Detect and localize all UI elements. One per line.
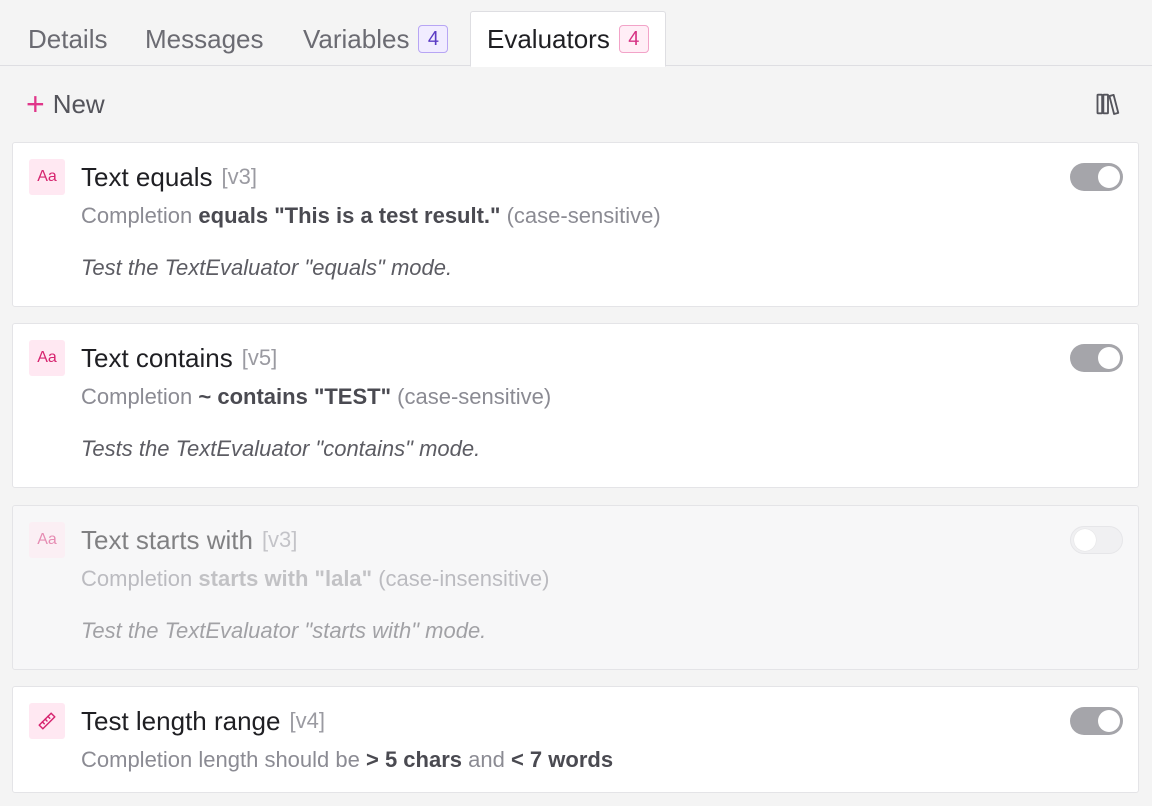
evaluator-title: Text contains — [81, 342, 233, 373]
evaluator-version: [v4] — [289, 708, 325, 733]
tab-variables[interactable]: Variables 4 — [303, 12, 449, 66]
plus-icon: + — [26, 86, 45, 122]
evaluator-description: Test the TextEvaluator "equals" mode. — [81, 255, 453, 280]
evaluator-card[interactable]: Aa Text equals [v3] Completion equals "T… — [12, 142, 1139, 307]
tab-evaluators-label: Evaluators — [487, 23, 610, 54]
evaluator-title: Test length range — [81, 705, 281, 736]
evaluator-card[interactable]: Test length range [v4] Completion length… — [12, 686, 1139, 793]
evaluator-description: Tests the TextEvaluator "contains" mode. — [81, 436, 481, 461]
ruler-icon — [29, 703, 65, 739]
evaluator-enable-toggle[interactable] — [1070, 344, 1123, 372]
evaluator-card[interactable]: Aa Text starts with [v3] Completion star… — [12, 505, 1139, 670]
evaluator-summary: Completion starts with "lala" (case-inse… — [81, 566, 550, 591]
evaluator-summary: Completion equals "This is a test result… — [81, 203, 661, 228]
variables-count-badge: 4 — [418, 25, 449, 53]
library-icon[interactable] — [1094, 90, 1122, 118]
new-evaluator-button[interactable]: + New — [26, 86, 105, 122]
tab-evaluators[interactable]: Evaluators 4 — [470, 11, 666, 67]
evaluator-card[interactable]: Aa Text contains [v5] Completion ~ conta… — [12, 323, 1139, 488]
evaluator-summary: Completion length should be > 5 chars an… — [81, 747, 614, 772]
text-type-icon: Aa — [29, 340, 65, 376]
evaluator-summary: Completion ~ contains "TEST" (case-sensi… — [81, 384, 552, 409]
evaluator-title: Text equals — [81, 161, 213, 192]
evaluators-count-badge: 4 — [618, 25, 649, 53]
text-type-icon: Aa — [29, 522, 65, 558]
tab-details[interactable]: Details — [28, 12, 107, 66]
tab-variables-label: Variables — [303, 23, 410, 54]
evaluator-version: [v3] — [221, 164, 257, 189]
evaluator-enable-toggle[interactable] — [1070, 163, 1123, 191]
new-evaluator-label: New — [52, 88, 105, 119]
evaluator-title: Text starts with — [81, 524, 253, 555]
tab-messages[interactable]: Messages — [145, 12, 264, 66]
evaluator-version: [v3] — [261, 527, 298, 552]
evaluator-description: Test the TextEvaluator "starts with" mod… — [81, 618, 487, 643]
tab-messages-label: Messages — [145, 23, 264, 54]
tab-details-label: Details — [28, 23, 108, 54]
evaluator-enable-toggle[interactable] — [1070, 707, 1123, 735]
evaluator-enable-toggle[interactable] — [1070, 526, 1123, 554]
tab-bar: Details Messages Variables 4 Evaluators … — [0, 0, 1152, 67]
evaluator-version: [v5] — [241, 345, 278, 370]
text-type-icon: Aa — [29, 159, 65, 195]
